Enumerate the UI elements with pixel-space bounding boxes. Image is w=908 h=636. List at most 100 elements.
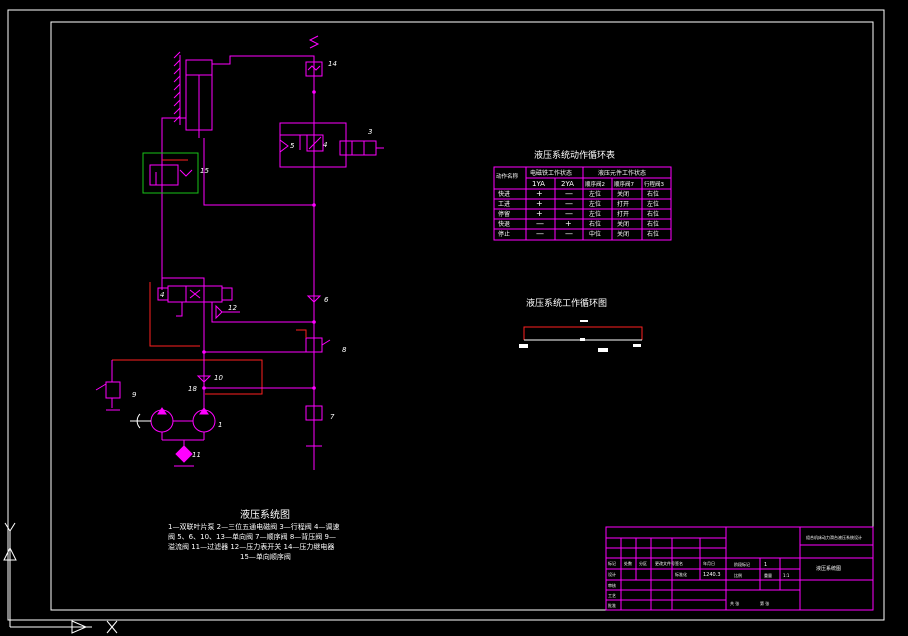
title-block: 组合机床动力滑台液压系统设计 液压系统图 1 1240.3 1:1 标记 处数 …	[605, 526, 874, 611]
component-number-14: 14	[328, 60, 337, 68]
component-number-6: 6	[324, 296, 329, 304]
table-cell-r1-c0: 工进	[498, 200, 510, 208]
table-cell-r1-c5: 左位	[647, 200, 659, 208]
table-cell-r3-c0: 快退	[498, 220, 510, 228]
component-number-2: 4	[160, 291, 164, 299]
hydraulic-cylinder	[173, 51, 213, 138]
table-cell-r3-c2: +	[565, 219, 572, 228]
tb-cell-weight: 重量	[764, 572, 772, 578]
table-cell-r1-c4: 打开	[617, 200, 629, 208]
table-cell-r4-c3: 中位	[589, 230, 601, 238]
table-cell-r0-c2: —	[565, 189, 573, 198]
tb-cell-stage: 阶段标记	[734, 561, 750, 567]
title-block-drawing-name: 液压系统图	[816, 565, 841, 572]
cycle-marker-top	[580, 320, 588, 322]
cycle-table-title: 液压系统动作循环表	[534, 149, 615, 161]
tb-cell-standard: 标准化	[675, 571, 687, 577]
sequence-valve-15-highlight	[142, 152, 199, 194]
tb-cell-date: 年月日	[703, 560, 715, 566]
cycle-marker-end	[633, 344, 641, 347]
table-col-header-3: 顺序阀2	[585, 180, 605, 188]
title-block-sheet-count: 1	[764, 562, 767, 568]
table-cell-r2-c0: 停留	[498, 210, 510, 218]
table-group-header-1: 电磁铁工作状态	[530, 169, 572, 177]
tb-cell-approve: 批准	[608, 602, 616, 608]
table-group-header-2: 液压元件工作状态	[598, 169, 646, 177]
legend-line-4: 15—单向顺序阀	[240, 552, 291, 561]
check-valve-5	[279, 139, 289, 153]
component-number-4a: 4	[323, 141, 327, 149]
relief-valve-9	[95, 381, 121, 411]
tb-cell-mark: 标记	[608, 560, 616, 566]
table-cell-r0-c3: 左位	[589, 190, 601, 198]
inner-frame	[50, 21, 874, 611]
table-col-header-5: 行程阀3	[644, 180, 665, 188]
component-number-9: 9	[132, 391, 137, 399]
tb-cell-count: 处数	[624, 560, 632, 566]
component-number-5: 5	[290, 142, 295, 150]
table-cell-r3-c1: —	[536, 219, 544, 228]
directional-valve-2	[157, 285, 233, 303]
title-block-project: 组合机床动力滑台液压系统设计	[806, 534, 862, 540]
tb-cell-zone: 分区	[639, 560, 647, 566]
tb-cell-total-sheets: 共 张	[730, 600, 739, 606]
component-number-12: 12	[228, 304, 237, 312]
table-cell-r4-c0: 停止	[498, 230, 510, 238]
table-cell-r0-c0: 快进	[498, 190, 510, 198]
tb-cell-process: 工艺	[608, 593, 616, 598]
title-block-code: 1240.3	[703, 572, 721, 578]
diagram-title: 液压系统图	[240, 508, 290, 521]
table-cell-r1-c2: —	[565, 199, 573, 208]
table-cell-r3-c5: 右位	[647, 220, 659, 228]
table-rows: 快进 + — 左位 关闭 右位工进 + — 左位 打开 左位停留 + — 左位 打开 右位快退 — + 右位 关闭 右位…	[498, 189, 659, 238]
table-col-header-0: 动作名称	[496, 172, 519, 180]
table-cell-r3-c3: 右位	[589, 220, 601, 228]
table-cell-r0-c1: +	[536, 189, 543, 198]
table-cell-r2-c1: +	[536, 209, 543, 218]
component-number-3: 3	[368, 128, 372, 136]
table-cell-r4-c4: 关闭	[617, 230, 629, 238]
component-number-10: 10	[214, 374, 223, 382]
table-cell-r2-c4: 打开	[617, 210, 629, 218]
table-col-header-2: 2YA	[561, 180, 574, 188]
component-number-15: 15	[200, 167, 209, 175]
back-pressure-valve-8	[296, 329, 331, 353]
table-cell-r0-c4: 关闭	[617, 190, 629, 198]
component-number-11: 11	[192, 451, 201, 459]
stroke-valve-3	[339, 140, 384, 156]
tb-cell-sheet-no: 第 张	[760, 600, 769, 606]
cycle-marker-start	[519, 344, 528, 348]
tb-cell-design: 设计	[608, 571, 616, 577]
tb-cell-change: 更改文件号	[655, 560, 675, 566]
cycle-chart: 液压系统工作循环图	[519, 297, 643, 352]
ucs-icon	[3, 522, 118, 634]
tb-cell-sign: 签名	[675, 560, 683, 566]
legend-line-2: 阀 5、6、10、13—单向阀 7—顺序阀 8—背压阀 9—	[168, 532, 336, 541]
component-number-1: 1	[218, 421, 222, 429]
table-cell-r0-c5: 右位	[647, 190, 659, 198]
title-block-scale: 1:1	[783, 573, 790, 578]
component-number-8: 8	[342, 346, 347, 354]
table-cell-r2-c2: —	[565, 209, 573, 218]
double-vane-pump-1	[130, 407, 216, 441]
table-cell-r4-c2: —	[565, 229, 573, 238]
legend-line-3: 溢流阀 11—过滤器 12—压力表开关 14—压力继电器	[168, 542, 334, 551]
table-cell-r2-c5: 右位	[647, 210, 659, 218]
cycle-table: 液压系统动作循环表 电磁铁工作状态 液压元件工作状态 动作名称 1YA 2YA …	[493, 149, 672, 241]
cycle-chart-title: 液压系统工作循环图	[526, 297, 607, 309]
component-number-7: 7	[330, 413, 335, 421]
cycle-marker-middle	[598, 348, 608, 352]
table-cell-r3-c4: 关闭	[617, 220, 629, 228]
sequence-valve-15	[149, 159, 193, 186]
table-cell-r2-c3: 左位	[589, 210, 601, 218]
outer-frame	[7, 9, 885, 621]
cycle-marker-mid-line	[580, 338, 585, 341]
table-cell-r1-c1: +	[536, 199, 543, 208]
table-col-header-4: 顺序阀7	[614, 180, 635, 188]
speed-valve-4	[306, 134, 324, 152]
table-cell-r1-c3: 左位	[589, 200, 601, 208]
legend-line-1: 1—双联叶片泵 2—三位五通电磁阀 3—行程阀 4—调速	[168, 522, 340, 531]
table-cell-r4-c5: 右位	[647, 230, 659, 238]
tb-cell-ratio: 比例	[734, 572, 742, 578]
hydraulic-schematic: 14 3 4 5 15 4 12 6 8 10 18 9 1 11 7	[95, 35, 384, 470]
